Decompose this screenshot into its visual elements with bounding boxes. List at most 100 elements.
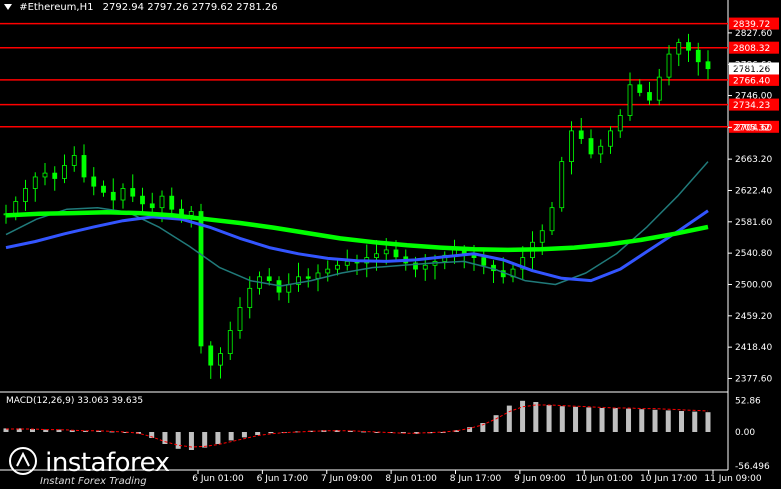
candle-body xyxy=(656,76,662,101)
price-tick-label: 2622.40 xyxy=(735,186,772,196)
macd-bar xyxy=(559,406,565,432)
level-label: 2766.40 xyxy=(733,76,770,86)
candle-body xyxy=(383,249,389,255)
time-tick-label: 8 Jun 17:00 xyxy=(450,474,502,484)
macd-bar xyxy=(626,408,632,432)
price-chart[interactable]: 2839.722808.322766.402734.232705.322781.… xyxy=(0,0,781,489)
macd-bar xyxy=(665,410,671,432)
candle-body xyxy=(325,268,331,274)
candle-body xyxy=(13,201,19,215)
candle-body xyxy=(32,176,38,189)
chevron-down-icon[interactable] xyxy=(4,4,12,10)
candle-body xyxy=(647,92,652,101)
candle-body xyxy=(188,211,194,216)
price-tick-label: 2377.60 xyxy=(735,374,772,384)
macd-bar xyxy=(241,432,247,438)
price-tick-label: 2704.60 xyxy=(735,123,772,133)
price-tick-label: 2827.60 xyxy=(735,29,772,39)
candle-body xyxy=(539,230,545,243)
candle-body xyxy=(598,145,604,155)
candle-body xyxy=(208,345,214,366)
candle-body xyxy=(130,188,136,197)
candle-body xyxy=(393,249,399,258)
time-tick-label: 11 Jun 09:00 xyxy=(704,474,761,484)
price-tick-label: 2540.80 xyxy=(735,249,772,259)
macd-bar xyxy=(520,400,526,432)
macd-label: MACD(12,26,9) 33.063 39.635 xyxy=(6,396,144,406)
price-tick-label: 2500.00 xyxy=(735,280,772,290)
macd-bar xyxy=(599,408,605,432)
candle-body xyxy=(42,172,48,178)
macd-bar xyxy=(586,407,592,432)
macd-tick-label: -56.496 xyxy=(735,462,770,472)
time-tick-label: 9 Jun 09:00 xyxy=(514,474,566,484)
macd-bar xyxy=(202,432,208,448)
candle-body xyxy=(666,53,672,78)
candle-body xyxy=(140,195,145,205)
candle-body xyxy=(149,203,155,209)
macd-bar xyxy=(612,408,618,432)
candle-body xyxy=(101,185,106,193)
macd-bar xyxy=(679,411,685,432)
candle-body xyxy=(159,195,165,209)
macd-bar xyxy=(705,412,711,432)
candle-body xyxy=(481,257,487,266)
time-tick-label: 8 Jun 01:00 xyxy=(385,474,437,484)
macd-bar xyxy=(692,411,698,432)
candle-body xyxy=(695,49,701,63)
candle-body xyxy=(23,188,28,202)
candle-body xyxy=(617,115,623,132)
instaforex-logo-icon xyxy=(8,446,38,480)
candle-body xyxy=(52,172,58,179)
candle-body xyxy=(91,176,97,187)
level-label: 2734.23 xyxy=(733,101,770,111)
macd-tick-label: 0.00 xyxy=(735,428,755,438)
level-label: 2808.32 xyxy=(733,44,770,54)
brand-name: instaforex xyxy=(45,448,170,478)
chart-header: #Ethereum,H1 2792.94 2797.26 2779.62 278… xyxy=(4,2,278,13)
time-tick-label: 7 Jun 09:00 xyxy=(321,474,373,484)
candle-body xyxy=(637,84,643,93)
macd-bar xyxy=(255,432,261,435)
ohlc-values: 2792.94 2797.26 2779.62 2781.26 xyxy=(102,2,278,13)
time-tick-label: 6 Jun 01:00 xyxy=(192,474,244,484)
macd-bar xyxy=(228,432,234,441)
macd-bar xyxy=(268,432,274,434)
macd-bar xyxy=(652,409,658,432)
symbol-label: #Ethereum,H1 xyxy=(19,2,94,13)
macd-bar xyxy=(639,409,645,432)
macd-bar xyxy=(506,405,512,432)
macd-bar xyxy=(533,402,539,432)
candle-body xyxy=(676,42,682,55)
candle-body xyxy=(169,195,175,210)
candle-body xyxy=(227,330,233,354)
candle-body xyxy=(266,276,272,282)
candle-body xyxy=(81,155,87,178)
candle-body xyxy=(305,276,311,279)
time-tick-label: 6 Jun 17:00 xyxy=(257,474,309,484)
candle-body xyxy=(549,207,555,232)
candle-body xyxy=(627,84,633,116)
price-tick-label: 2459.20 xyxy=(735,312,772,322)
time-tick-label: 10 Jun 01:00 xyxy=(576,474,633,484)
candle-body xyxy=(422,264,428,270)
candle-body xyxy=(374,253,379,258)
candle-body xyxy=(588,138,594,155)
time-tick-label: 10 Jun 17:00 xyxy=(640,474,697,484)
macd-bar xyxy=(215,432,221,444)
watermark-logo: instaforex Instant Forex Trading xyxy=(8,446,170,487)
candle-body xyxy=(335,264,340,270)
candle-body xyxy=(705,61,711,70)
price-tick-label: 2581.60 xyxy=(735,218,772,228)
candle-body xyxy=(110,191,116,201)
candle-body xyxy=(218,353,223,366)
price-tick-label: 2663.20 xyxy=(735,155,772,165)
price-tick-label: 2786.60 xyxy=(735,60,772,70)
candle-body xyxy=(344,261,350,266)
candle-body xyxy=(286,284,292,293)
macd-bar xyxy=(175,432,181,449)
candle-body xyxy=(120,188,126,201)
macd-tick-label: 52.86 xyxy=(735,396,761,406)
candle-body xyxy=(578,130,584,139)
candle-body xyxy=(569,130,574,163)
